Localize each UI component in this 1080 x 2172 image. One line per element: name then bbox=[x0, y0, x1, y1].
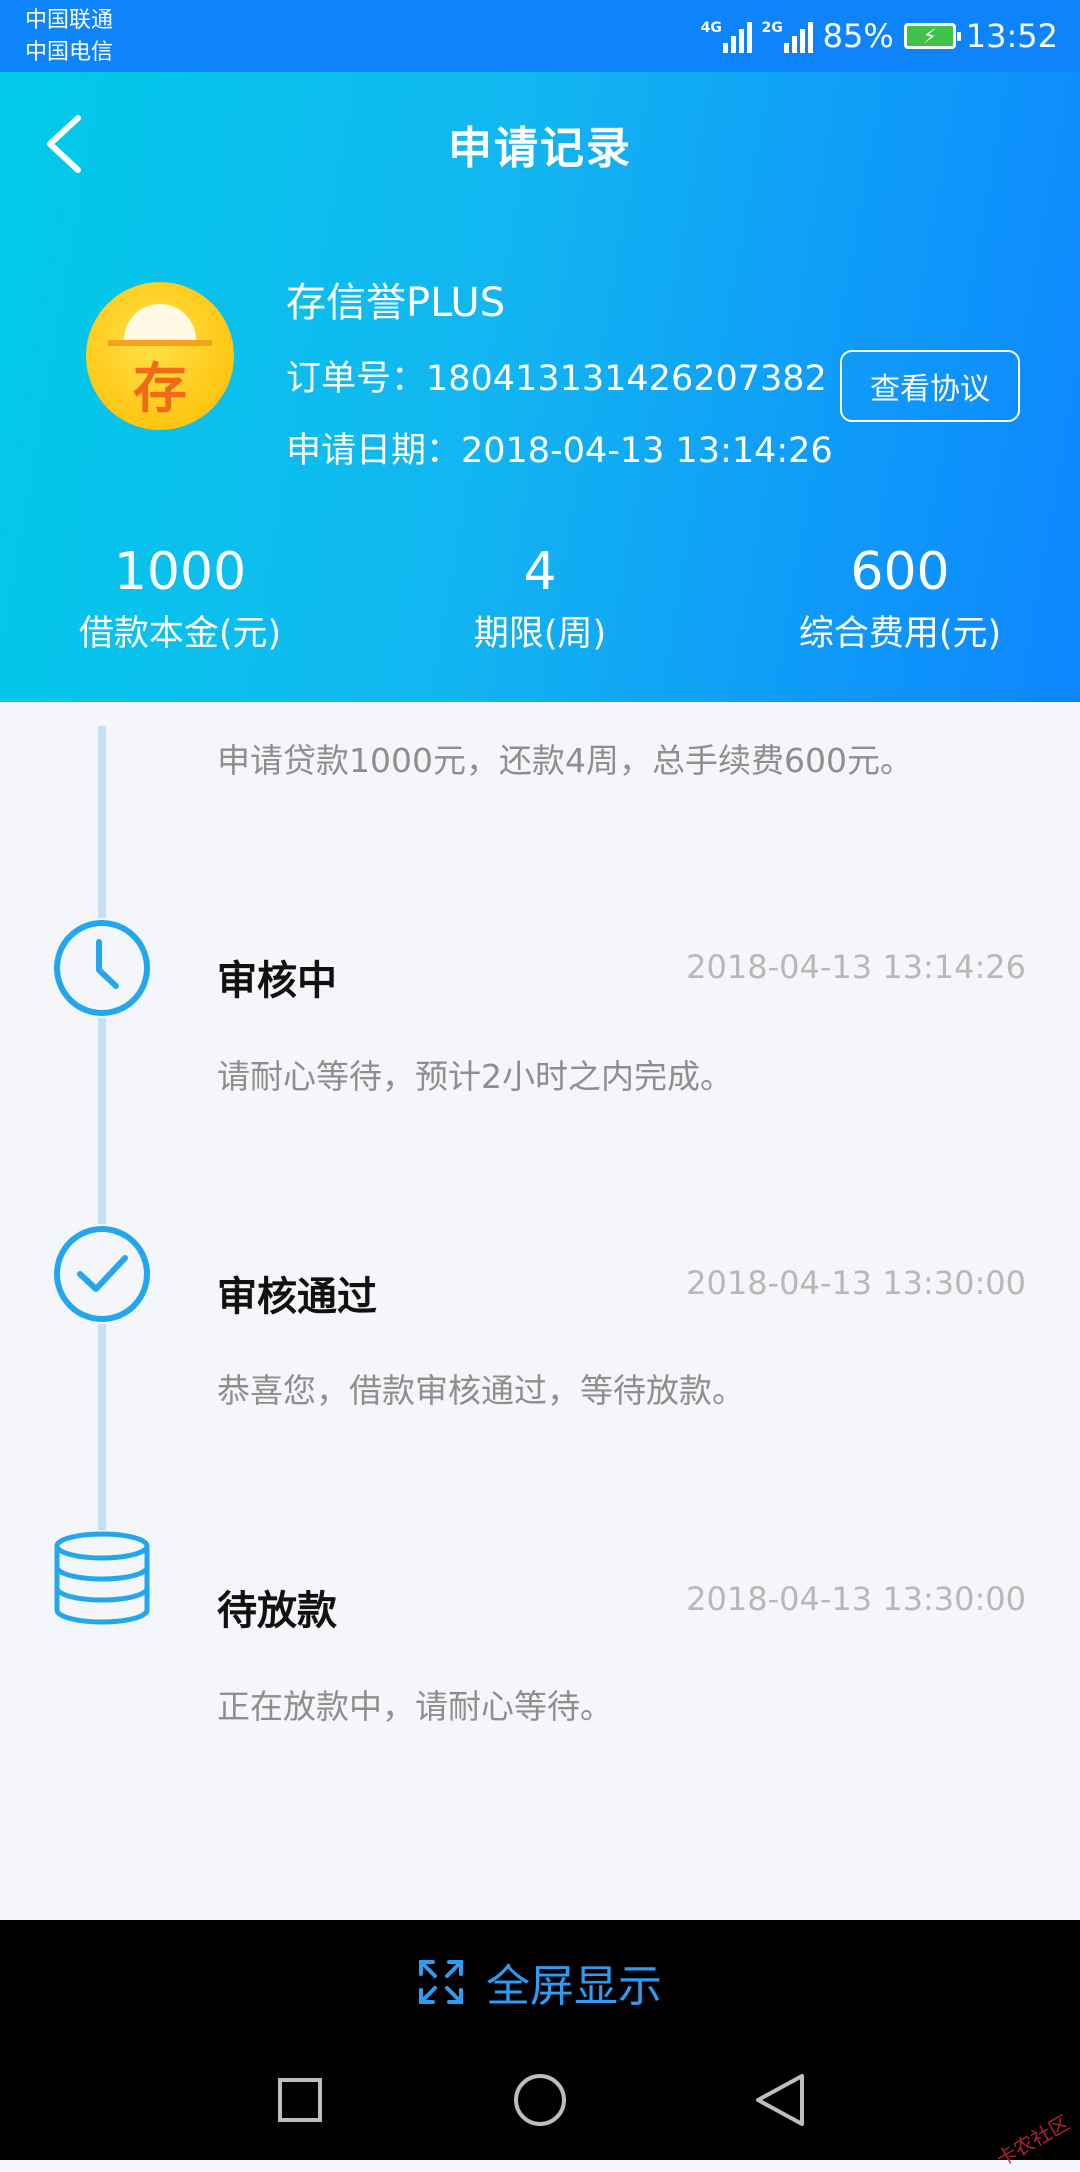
triangle-back-icon bbox=[756, 2074, 804, 2126]
network-type-1: 4G bbox=[700, 20, 722, 36]
stat-term: 4 期限(周) bbox=[360, 540, 720, 658]
carrier-1: 中国联通 bbox=[25, 8, 114, 33]
expand-icon bbox=[419, 1960, 463, 2004]
step-title: 审核通过 bbox=[217, 1274, 377, 1320]
clock: 13:52 bbox=[965, 17, 1058, 55]
nav-home-button[interactable] bbox=[500, 2060, 580, 2140]
nav-recent-button[interactable] bbox=[260, 2060, 340, 2140]
step-time: 2018-04-13 13:30:00 bbox=[686, 1580, 1026, 1618]
stat-label: 综合费用(元) bbox=[798, 614, 1002, 654]
bottom-bar: 全屏显示 卡农社区 bbox=[0, 1920, 1080, 2171]
status-indicators: 4G 2G 85% ⚡ 13:52 bbox=[701, 14, 1058, 58]
clock-icon bbox=[52, 918, 152, 1018]
circle-icon bbox=[514, 2074, 566, 2126]
stat-value: 600 bbox=[850, 542, 950, 602]
product-logo: 存 bbox=[86, 282, 234, 430]
page-title: 申请记录 bbox=[448, 123, 632, 174]
check-circle-icon bbox=[52, 1224, 152, 1324]
header: 中国联通 中国电信 4G 2G 85% ⚡ 13:52 申请记录 存 存信誉PL… bbox=[0, 0, 1080, 702]
stat-label: 借款本金(元) bbox=[78, 614, 282, 654]
watermark: 卡农社区 bbox=[992, 2110, 1074, 2172]
step-title: 审核中 bbox=[217, 958, 337, 1004]
stat-principal: 1000 借款本金(元) bbox=[0, 540, 360, 658]
stat-value: 4 bbox=[523, 542, 557, 602]
network-type-2: 2G bbox=[761, 20, 783, 36]
coin-stack-icon bbox=[52, 1530, 152, 1630]
fullscreen-button[interactable]: 全屏显示 bbox=[0, 1920, 1080, 2044]
stat-label: 期限(周) bbox=[473, 614, 607, 654]
battery-icon: ⚡ bbox=[903, 23, 961, 49]
product-name: 存信誉PLUS bbox=[286, 280, 506, 326]
apply-date: 申请日期：2018-04-13 13:14:26 bbox=[286, 431, 833, 471]
timeline-summary: 申请贷款1000元，还款4周，总手续费600元。 bbox=[217, 741, 913, 780]
nav-back-button[interactable] bbox=[740, 2060, 820, 2140]
status-bar: 中国联通 中国电信 4G 2G 85% ⚡ 13:52 bbox=[0, 0, 1080, 72]
square-icon bbox=[278, 2078, 322, 2122]
step-title: 待放款 bbox=[217, 1588, 337, 1634]
carrier-2: 中国电信 bbox=[25, 40, 114, 65]
stat-value: 1000 bbox=[113, 542, 247, 602]
signal-2g-icon: 2G bbox=[762, 19, 813, 53]
fullscreen-label: 全屏显示 bbox=[486, 1961, 662, 2012]
step-desc: 恭喜您，借款审核通过，等待放款。 bbox=[217, 1371, 745, 1410]
view-agreement-button[interactable]: 查看协议 bbox=[840, 350, 1020, 422]
step-desc: 请耐心等待，预计2小时之内完成。 bbox=[217, 1057, 733, 1096]
step-desc: 正在放款中，请耐心等待。 bbox=[217, 1687, 613, 1726]
logo-char: 存 bbox=[133, 357, 187, 420]
battery-percent: 85% bbox=[822, 17, 894, 55]
stat-fee: 600 综合费用(元) bbox=[720, 540, 1080, 658]
step-time: 2018-04-13 13:14:26 bbox=[686, 948, 1026, 986]
order-number: 订单号：180413131426207382 bbox=[286, 359, 827, 399]
signal-4g-icon: 4G bbox=[701, 19, 752, 53]
timeline-line bbox=[98, 726, 106, 1536]
step-time: 2018-04-13 13:30:00 bbox=[686, 1264, 1026, 1302]
